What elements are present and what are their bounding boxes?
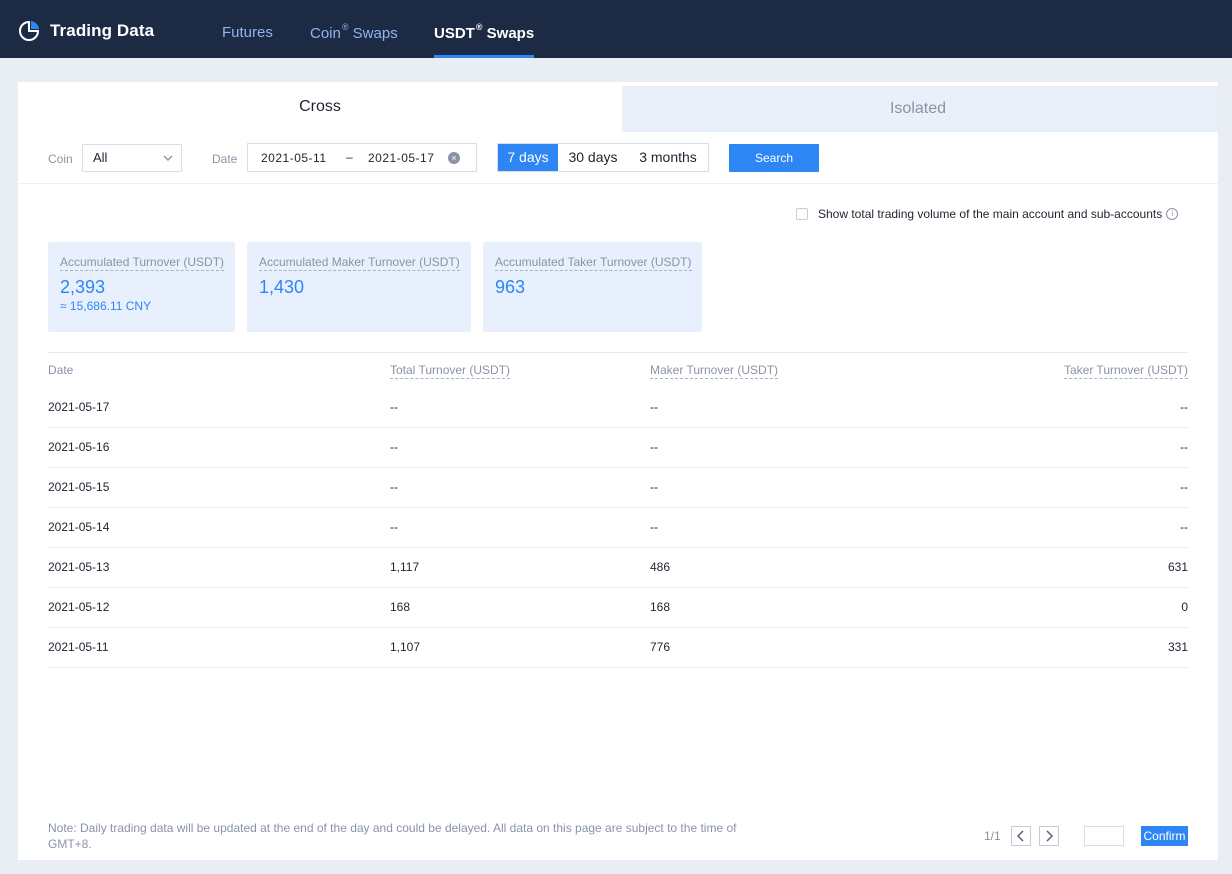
nav-usdt-swaps[interactable]: USDT® Swaps [434, 22, 535, 58]
cell-taker: -- [1180, 400, 1188, 414]
next-page-button[interactable] [1039, 826, 1059, 846]
date-end[interactable]: 2021-05-17 [368, 151, 434, 165]
date-label: Date [212, 152, 238, 166]
cell-total: 1,107 [390, 640, 421, 654]
header-taker-turnover[interactable]: Taker Turnover (USDT) [1063, 363, 1188, 379]
table-row: 2021-05-17 -- -- -- [48, 388, 1188, 428]
table-header: Date Total Turnover (USDT) Maker Turnove… [48, 352, 1188, 388]
nav-coin-prefix: Coin [310, 25, 341, 42]
coin-label: Coin [48, 152, 73, 166]
registered-mark: ® [475, 22, 483, 32]
cell-maker: -- [650, 520, 658, 534]
cell-date: 2021-05-17 [48, 400, 110, 414]
cell-taker: -- [1180, 440, 1188, 454]
show-total-toggle[interactable]: Show total trading volume of the main ac… [796, 207, 1179, 221]
cell-total: -- [390, 440, 398, 454]
nav-usdt-suffix: Swaps [486, 25, 535, 42]
tab-cross[interactable]: Cross [18, 82, 622, 132]
cell-date: 2021-05-16 [48, 440, 110, 454]
prev-page-button[interactable] [1011, 826, 1031, 846]
chevron-right-icon [1046, 830, 1054, 842]
cell-total: 168 [390, 600, 411, 614]
coin-select-value: All [93, 150, 108, 165]
page-number-input[interactable] [1084, 826, 1124, 846]
table-row: 2021-05-12 168 168 0 [48, 588, 1188, 628]
cell-maker: 776 [650, 640, 671, 654]
stat-accumulated-turnover: Accumulated Turnover (USDT) 2,393 ≈ 15,6… [48, 242, 235, 332]
info-icon[interactable]: i [1166, 208, 1179, 220]
cell-maker: -- [650, 480, 658, 494]
cell-total: 1,117 [390, 560, 420, 574]
stat-label[interactable]: Accumulated Turnover (USDT) [60, 255, 225, 271]
stat-value: 963 [495, 277, 526, 297]
stat-value: 1,430 [259, 277, 305, 297]
nav-coin-suffix: Swaps [352, 25, 398, 42]
cell-taker: -- [1180, 480, 1188, 494]
cell-date: 2021-05-12 [48, 600, 110, 614]
cell-date: 2021-05-14 [48, 520, 110, 534]
cell-date: 2021-05-13 [48, 560, 110, 574]
cell-taker: -- [1180, 520, 1188, 534]
stat-maker-turnover: Accumulated Maker Turnover (USDT) 1,430 [247, 242, 471, 332]
cell-date: 2021-05-11 [48, 640, 109, 654]
cell-taker: 0 [1181, 600, 1188, 614]
cell-total: -- [390, 480, 398, 494]
table-body: 2021-05-17 -- -- -- 2021-05-16 -- -- -- … [48, 388, 1188, 668]
search-button[interactable]: Search [729, 144, 819, 172]
period-30-days[interactable]: 30 days [558, 144, 628, 171]
date-range-picker[interactable]: 2021-05-11 – 2021-05-17 × [247, 143, 477, 172]
stat-label[interactable]: Accumulated Maker Turnover (USDT) [259, 255, 460, 271]
nav-usdt-prefix: USDT [434, 25, 475, 42]
tab-isolated[interactable]: Isolated [610, 86, 1218, 132]
trading-data-card: Isolated Cross Coin All Date 2021-05-11 … [18, 82, 1218, 860]
pie-chart-icon [19, 20, 40, 41]
header-maker-turnover[interactable]: Maker Turnover (USDT) [650, 363, 779, 379]
confirm-page-button[interactable]: Confirm [1141, 826, 1188, 846]
cell-date: 2021-05-15 [48, 480, 110, 494]
nav-futures[interactable]: Futures [222, 24, 273, 58]
show-total-label: Show total trading volume of the main ac… [818, 207, 1163, 221]
cell-maker: -- [650, 440, 658, 454]
top-nav-bar: Trading Data Futures Coin® Swaps USDT® S… [0, 0, 1232, 58]
table-row: 2021-05-16 -- -- -- [48, 428, 1188, 468]
stat-cny-equivalent: ≈ 15,686.11 CNY [60, 299, 152, 313]
cell-taker: 631 [1167, 560, 1188, 574]
cell-total: -- [390, 400, 398, 414]
brand[interactable]: Trading Data [18, 20, 154, 42]
table-row: 2021-05-15 -- -- -- [48, 468, 1188, 508]
cell-maker: 486 [650, 560, 671, 574]
date-separator: – [346, 150, 353, 164]
turnover-table: Date Total Turnover (USDT) Maker Turnove… [48, 352, 1188, 668]
period-selector: 7 days 30 days 3 months [497, 143, 709, 172]
stat-taker-turnover: Accumulated Taker Turnover (USDT) 963 [483, 242, 702, 332]
footer-note: Note: Daily trading data will be updated… [48, 821, 737, 851]
cell-total: -- [390, 520, 398, 534]
stat-value: 2,393 [60, 277, 106, 297]
cell-taker: 331 [1167, 640, 1188, 654]
brand-title: Trading Data [50, 21, 155, 40]
table-row: 2021-05-13 1,117 486 631 [48, 548, 1188, 588]
header-date: Date [48, 363, 74, 377]
table-row: 2021-05-11 1,107 776 331 [48, 628, 1188, 668]
coin-select[interactable]: All [82, 144, 182, 172]
chevron-down-icon [163, 155, 173, 161]
clear-icon[interactable]: × [448, 152, 460, 164]
table-row: 2021-05-14 -- -- -- [48, 508, 1188, 548]
page-indicator: 1/1 [984, 829, 1001, 843]
chevron-left-icon [1016, 830, 1024, 842]
period-7-days[interactable]: 7 days [498, 144, 558, 171]
header-total-turnover[interactable]: Total Turnover (USDT) [390, 363, 511, 379]
cell-maker: -- [650, 400, 658, 414]
cell-maker: 168 [650, 600, 671, 614]
stat-label[interactable]: Accumulated Taker Turnover (USDT) [495, 255, 692, 271]
show-total-checkbox[interactable] [796, 208, 808, 220]
registered-mark: ® [341, 22, 349, 32]
period-3-months[interactable]: 3 months [628, 144, 708, 171]
date-start[interactable]: 2021-05-11 [261, 151, 327, 165]
nav-coin-swaps[interactable]: Coin® Swaps [310, 22, 398, 58]
filter-row: Coin All Date 2021-05-11 – 2021-05-17 × … [18, 132, 1218, 184]
